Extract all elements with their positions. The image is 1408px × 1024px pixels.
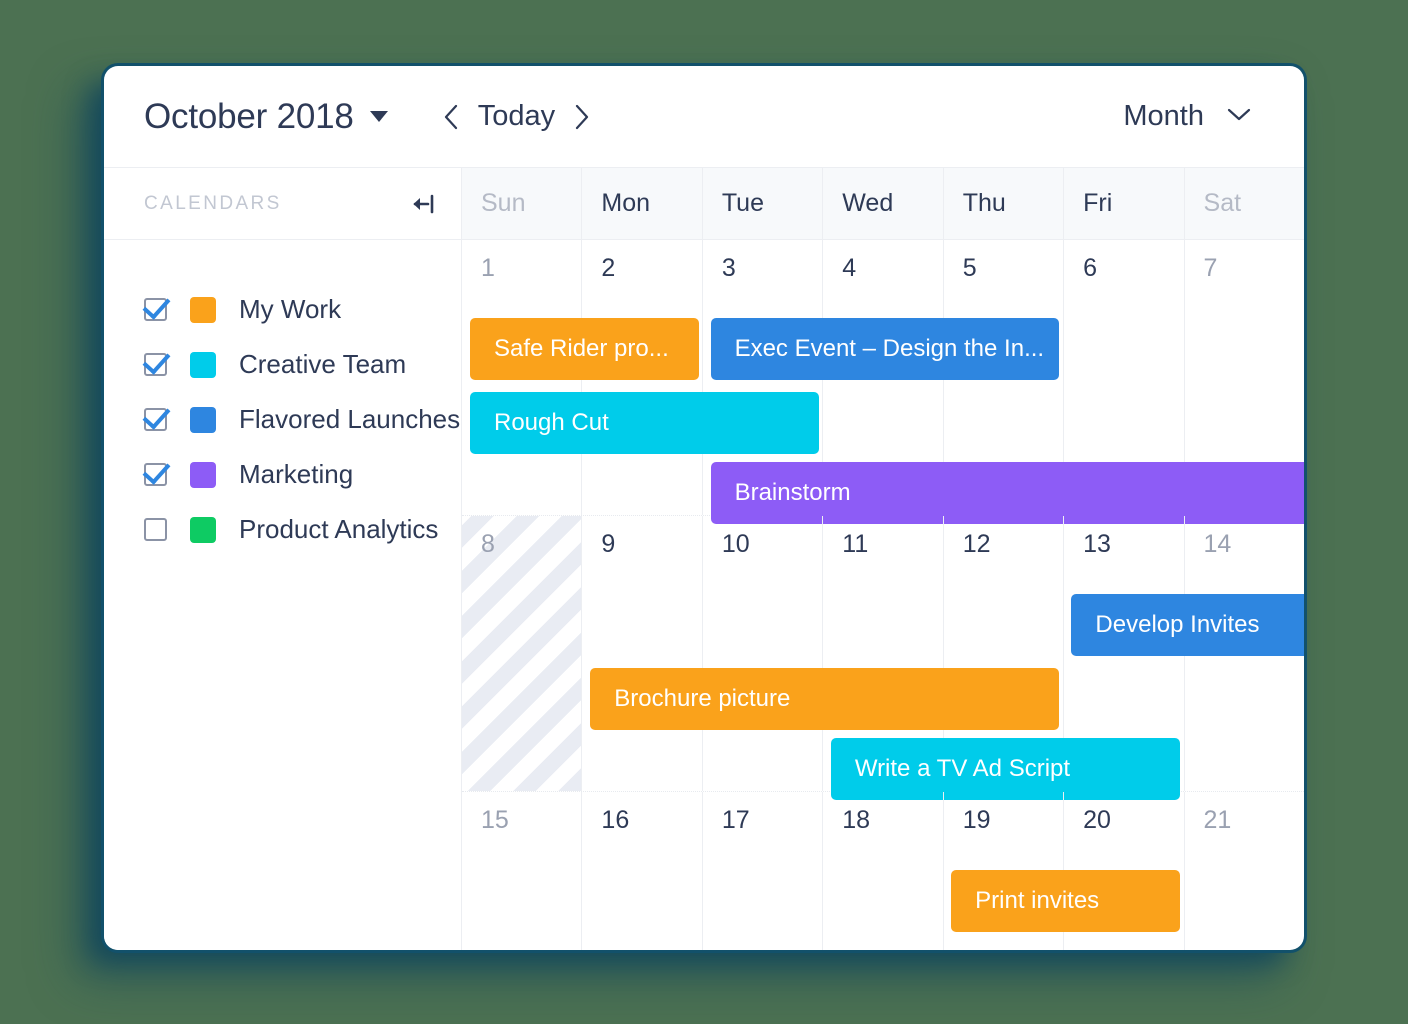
weekday-header-tue: Tue xyxy=(703,168,824,239)
day-cell[interactable]: 18 xyxy=(823,792,944,950)
calendar-event[interactable]: Brainstorm xyxy=(710,462,1304,524)
day-number: 6 xyxy=(1083,254,1098,282)
day-number: 9 xyxy=(601,530,616,558)
weekday-header-mon: Mon xyxy=(582,168,703,239)
calendar-list-item[interactable]: Marketing xyxy=(104,447,461,502)
day-number: 8 xyxy=(481,530,495,558)
calendar-event-title: Safe Rider pro... xyxy=(494,335,669,362)
weekday-header-sun: Sun xyxy=(462,168,583,239)
day-number: 1 xyxy=(481,254,495,282)
calendar-name-label: My Work xyxy=(239,294,342,324)
calendar-event[interactable]: Safe Rider pro... xyxy=(470,318,699,380)
chevron-left-icon[interactable] xyxy=(438,100,464,134)
calendar-name-label: Flavored Launches xyxy=(239,404,461,434)
day-number: 21 xyxy=(1203,806,1232,834)
today-button[interactable]: Today xyxy=(474,100,559,133)
day-cell[interactable]: 16 xyxy=(582,792,703,950)
day-number: 7 xyxy=(1203,254,1218,282)
weekday-header-row: Sun Mon Tue Wed Thu Fri Sat xyxy=(462,168,1304,240)
calendar-grid: Sun Mon Tue Wed Thu Fri Sat 1 2 3 4 5 6 7 Safe Rider … xyxy=(462,168,1304,950)
sidebar-header: CALENDARS xyxy=(104,168,461,240)
calendar-list-item[interactable]: Creative Team xyxy=(104,337,461,392)
calendar-checkbox[interactable] xyxy=(144,353,167,376)
calendar-name-label: Creative Team xyxy=(239,349,407,379)
day-number: 18 xyxy=(842,806,871,834)
calendar-checkbox[interactable] xyxy=(144,408,167,431)
day-number: 17 xyxy=(721,806,750,834)
calendar-color-swatch xyxy=(190,461,216,488)
calendar-event-title: Exec Event – Design the In... xyxy=(734,335,1045,362)
sidebar: CALENDARS My Work Creative Team Flavored L… xyxy=(104,168,462,950)
day-number: 20 xyxy=(1083,806,1111,834)
day-number: 16 xyxy=(601,806,630,834)
calendar-name-label: Marketing xyxy=(239,459,354,489)
calendar-event-title: Develop Invites xyxy=(1095,611,1260,638)
day-number: 11 xyxy=(842,530,869,558)
calendar-checkbox[interactable] xyxy=(144,518,167,541)
day-number: 4 xyxy=(842,254,857,282)
day-number: 19 xyxy=(962,806,991,834)
weekday-header-wed: Wed xyxy=(823,168,944,239)
day-number: 15 xyxy=(481,806,509,834)
day-cell[interactable]: 15 xyxy=(462,792,583,950)
week-row: 15 16 17 18 19 20 21 Print invites xyxy=(462,792,1304,950)
calendar-list-item[interactable]: Product Analytics xyxy=(104,502,461,557)
day-number: 3 xyxy=(721,254,736,282)
day-cell[interactable]: 17 xyxy=(703,792,824,950)
collapse-sidebar-icon[interactable] xyxy=(407,188,439,220)
week-row: 8 9 10 11 12 13 14 Develop Invites Brochure pict… xyxy=(462,516,1304,800)
day-cell[interactable]: 9 xyxy=(582,516,703,791)
calendar-list-item[interactable]: Flavored Launches xyxy=(104,392,461,447)
calendar-event[interactable]: Write a TV Ad Script xyxy=(830,738,1180,800)
day-cell[interactable]: 10 xyxy=(703,516,824,791)
view-mode-label: Month xyxy=(1123,100,1204,132)
day-cell[interactable]: 8 xyxy=(462,516,583,791)
month-title-group[interactable]: October 2018 xyxy=(144,97,388,137)
caret-down-icon[interactable] xyxy=(369,111,388,122)
calendar-event[interactable]: Print invites xyxy=(951,870,1180,932)
day-number: 10 xyxy=(721,530,750,558)
view-mode-selector[interactable]: Month xyxy=(1123,100,1264,133)
day-number: 13 xyxy=(1083,530,1111,558)
calendar-event[interactable]: Develop Invites xyxy=(1071,594,1304,656)
calendar-name-label: Product Analytics xyxy=(239,514,439,544)
day-number: 2 xyxy=(601,254,616,282)
calendar-color-swatch xyxy=(190,296,216,323)
day-number: 12 xyxy=(962,530,991,558)
calendar-event[interactable]: Exec Event – Design the In... xyxy=(710,318,1060,380)
calendar-event-title: Rough Cut xyxy=(494,409,609,436)
calendar-checkbox[interactable] xyxy=(144,298,167,321)
calendar-color-swatch xyxy=(190,406,216,433)
calendar-list: My Work Creative Team Flavored Launches Mar… xyxy=(104,240,461,557)
page-title: October 2018 xyxy=(144,96,354,136)
chevron-right-icon[interactable] xyxy=(569,100,595,134)
calendar-event[interactable]: Brochure picture xyxy=(590,668,1060,730)
calendar-color-swatch xyxy=(190,351,216,378)
toolbar: October 2018 Today Month xyxy=(104,66,1304,168)
calendar-color-swatch xyxy=(190,516,216,543)
calendar-app-window: October 2018 Today Month CALENDARS My Wo… xyxy=(104,66,1304,950)
week-row: 1 2 3 4 5 6 7 Safe Rider pro... Exec Event – Des… xyxy=(462,240,1304,524)
weekday-header-fri: Fri xyxy=(1064,168,1185,239)
weekday-header-thu: Thu xyxy=(944,168,1065,239)
calendar-event-title: Print invites xyxy=(975,887,1100,914)
chevron-down-icon[interactable] xyxy=(1226,106,1252,127)
calendar-event-title: Brainstorm xyxy=(734,479,851,506)
calendar-event-title: Write a TV Ad Script xyxy=(854,755,1071,782)
day-number: 5 xyxy=(962,254,977,282)
calendar-event[interactable]: Rough Cut xyxy=(470,392,819,454)
weekday-header-sat: Sat xyxy=(1203,189,1242,217)
calendar-event-title: Brochure picture xyxy=(614,685,791,712)
calendar-checkbox[interactable] xyxy=(144,463,167,486)
main-content: CALENDARS My Work Creative Team Flavored L… xyxy=(104,168,1304,950)
day-cell[interactable]: 21 xyxy=(1185,792,1304,950)
sidebar-title: CALENDARS xyxy=(144,192,282,214)
day-number: 14 xyxy=(1203,530,1232,558)
date-navigation: Today xyxy=(438,100,595,134)
calendar-list-item[interactable]: My Work xyxy=(104,282,461,337)
week-rows: 1 2 3 4 5 6 7 Safe Rider pro... Exec Event – Des… xyxy=(462,240,1304,950)
